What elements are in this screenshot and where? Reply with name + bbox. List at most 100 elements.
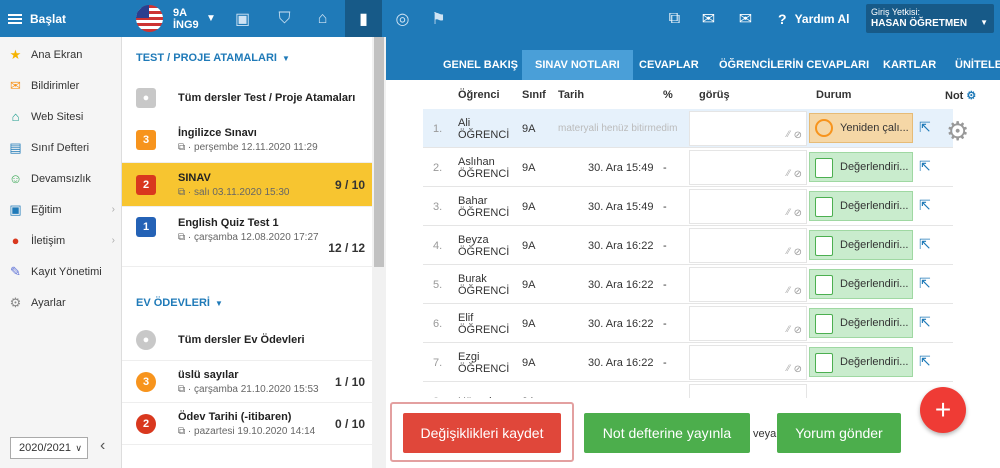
table-row[interactable]: 1. Ali ÖĞRENCİ 9A materyali henüz bitirmedim…: [423, 109, 953, 148]
sidebar-item-settings[interactable]: ⚙ Ayarlar: [0, 287, 121, 318]
submission-date: 30. Ara 16:22: [588, 317, 654, 330]
sidebar-item-registration[interactable]: ✎ Kayıt Yönetimi: [0, 256, 121, 287]
list-item-all-homework[interactable]: ● Tüm dersler Ev Ödevleri: [122, 319, 385, 361]
status-badge[interactable]: Değerlendiri...: [809, 191, 913, 221]
assignments-section-header[interactable]: TEST / PROJE ATAMALARI ▼: [122, 37, 385, 79]
status-badge[interactable]: Yeniden çalı...: [809, 113, 913, 143]
opinion-field[interactable]: ⁄⁄⊘: [689, 228, 807, 263]
sidebar-item-attendance[interactable]: ☺ Devamsızlık: [0, 163, 121, 194]
list-item-all-assignments[interactable]: ● Tüm dersler Test / Proje Atamaları: [122, 79, 385, 117]
attachment-icon: ⊘: [793, 208, 802, 219]
settings-gear-icon[interactable]: ⚙: [946, 116, 969, 147]
school-year-select[interactable]: 2020/2021 ∨: [10, 437, 88, 459]
row-number: 6.: [433, 317, 443, 330]
list-item[interactable]: 3 İngilizce Sınavı ⧉ · perşembe 12.11.2020…: [122, 117, 385, 163]
table-row[interactable]: 2. Aslıhan ÖĞRENCİ 9A 30. Ara 15:49- ⁄⁄ ⊘ Değer…: [423, 148, 953, 187]
screen-share-icon[interactable]: ⧉: [656, 0, 693, 37]
caret-down-icon: ▼: [281, 53, 290, 63]
sidebar-item-education[interactable]: ▣ Eğitim ›: [0, 194, 121, 225]
external-link-icon[interactable]: ⇱: [919, 275, 931, 292]
tab-units[interactable]: ÜNİTELER: [942, 50, 1000, 80]
status-badge[interactable]: Değerlendiri...: [809, 347, 913, 377]
status-badge[interactable]: Değerlendiri...: [809, 152, 913, 182]
collapse-sidebar-icon[interactable]: ‹: [100, 437, 105, 455]
opinion-field[interactable]: ⁄⁄⊘: [689, 111, 807, 146]
walking-people-icon[interactable]: ⚑: [420, 0, 457, 37]
homework-section-header[interactable]: EV ÖDEVLERİ ▼: [122, 287, 385, 319]
student-class: 9A: [522, 356, 536, 369]
list-item-selected[interactable]: 2 SINAV ⧉ · salı 03.11.2020 15:30 9 / 10: [122, 163, 385, 207]
col-header-class[interactable]: Sınıf: [522, 89, 546, 101]
external-link-icon[interactable]: ⇱: [919, 119, 931, 136]
row-number: 3.: [433, 200, 443, 213]
hamburger-icon: [8, 12, 22, 26]
us-flag-icon[interactable]: [136, 5, 163, 32]
external-link-icon[interactable]: ⇱: [919, 197, 931, 214]
opinion-field[interactable]: ⁄⁄⊘: [689, 267, 807, 302]
table-row[interactable]: 3. Bahar ÖĞRENCİ 9A 30. Ara 15:49- ⁄⁄ ⊘ Değerle…: [423, 187, 953, 226]
class-selector[interactable]: 9A İNG9: [173, 0, 199, 37]
col-header-date[interactable]: Tarih: [558, 89, 584, 101]
table-row[interactable]: 8. Hüseyin 9A ⁄⁄⊘: [423, 382, 953, 398]
student-class: 9A: [522, 317, 536, 330]
chevron-down-icon: ∨: [75, 442, 82, 453]
add-button[interactable]: +: [920, 387, 966, 433]
login-info[interactable]: Giriş Yetkisi: HASAN ÖĞRETMEN ▼: [866, 4, 994, 33]
status-badge[interactable]: Değerlendiri...: [809, 230, 913, 260]
sidebar-item-communication[interactable]: ● İletişim ›: [0, 225, 121, 256]
save-changes-button[interactable]: Değişiklikleri kaydet: [403, 413, 561, 453]
student-class: 9A: [522, 382, 535, 399]
col-header-opinion[interactable]: görüş: [699, 89, 730, 101]
sidebar-item-class-book[interactable]: ▤ Sınıf Defteri: [0, 132, 121, 163]
list-item[interactable]: 2 Ödev Tarihi (-itibaren) ⧉ · pazartesi 19…: [122, 403, 385, 445]
opinion-field[interactable]: ⁄⁄⊘: [689, 189, 807, 224]
notebook-icon: ▤: [9, 139, 22, 155]
briefcase-icon[interactable]: ▣: [224, 0, 261, 37]
mail-icon[interactable]: ✉: [727, 0, 764, 37]
external-link-icon[interactable]: ⇱: [919, 236, 931, 253]
submission-date: 30. Ara 16:22: [588, 278, 654, 291]
tab-overview[interactable]: GENEL BAKIŞ: [430, 50, 531, 80]
attachment-icon: ⊘: [793, 247, 802, 258]
send-comment-button[interactable]: Yorum gönder: [777, 413, 901, 453]
external-link-icon[interactable]: ⇱: [919, 353, 931, 370]
chevron-down-icon[interactable]: ▼: [206, 0, 216, 37]
external-link-icon[interactable]: ⇱: [919, 158, 931, 175]
list-scrollbar[interactable]: [372, 37, 386, 468]
opinion-field[interactable]: ⁄⁄⊘: [689, 345, 807, 380]
status-badge[interactable]: Değerlendiri...: [809, 308, 913, 338]
tab-student-answers[interactable]: ÖĞRENCİLERİN CEVAPLARI: [706, 50, 882, 80]
opinion-field[interactable]: ⁄⁄⊘: [689, 306, 807, 341]
bank-icon[interactable]: ⌂: [304, 0, 341, 37]
status-badge[interactable]: Değerlendiri...: [809, 269, 913, 299]
help-button[interactable]: ? Yardım Al: [778, 0, 849, 37]
sidebar-item-home[interactable]: ★ Ana Ekran: [0, 39, 121, 70]
tab-answers[interactable]: CEVAPLAR: [626, 50, 712, 80]
table-row[interactable]: 7. Ezgi ÖĞRENCİ 9A 30. Ara 16:22- ⁄⁄ ⊘ Değerlen…: [423, 343, 953, 382]
compass-icon[interactable]: ◎: [384, 0, 421, 37]
chat-icon[interactable]: ✉: [690, 0, 727, 37]
publish-to-gradebook-button[interactable]: Not defterine yayınla: [584, 413, 750, 453]
shield-icon[interactable]: ⛉: [266, 0, 303, 37]
col-header-status[interactable]: Durum: [816, 89, 851, 101]
table-row[interactable]: 5. Burak ÖĞRENCİ 9A 30. Ara 16:22- ⁄⁄ ⊘ Değerle…: [423, 265, 953, 304]
col-header-grade[interactable]: Not ⚙: [945, 89, 976, 102]
sidebar-item-notifications[interactable]: ✉ Bildirimler: [0, 70, 121, 101]
table-row[interactable]: 6. Elif ÖĞRENCİ 9A 30. Ara 16:22- ⁄⁄ ⊘ Değerlen…: [423, 304, 953, 343]
opinion-field[interactable]: ⁄⁄⊘: [689, 384, 807, 398]
tab-exam-grades[interactable]: SINAV NOTLARI: [522, 50, 633, 80]
class-name: 9A: [173, 6, 188, 19]
col-header-student[interactable]: Öğrenci: [458, 89, 500, 101]
table-row[interactable]: 4. Beyza ÖĞRENCİ 9A 30. Ara 16:22- ⁄⁄ ⊘ Değerle…: [423, 226, 953, 265]
list-item[interactable]: 1 English Quiz Test 1 ⧉ · çarşamba 12.08.2…: [122, 207, 385, 267]
list-item[interactable]: 3 üslü sayılar ⧉ · çarşamba 21.10.2020 15:…: [122, 361, 385, 403]
sidebar-item-website[interactable]: ⌂ Web Sitesi: [0, 101, 121, 132]
opinion-field[interactable]: ⁄⁄⊘: [689, 150, 807, 185]
student-class: 9A: [522, 161, 536, 174]
question-icon: ?: [778, 10, 787, 27]
bar-chart-icon[interactable]: ▮: [345, 0, 382, 37]
col-header-percent[interactable]: %: [663, 89, 673, 101]
external-link-icon[interactable]: ⇱: [919, 314, 931, 331]
start-menu-button[interactable]: Başlat: [8, 0, 66, 37]
tab-cards[interactable]: KARTLAR: [870, 50, 949, 80]
